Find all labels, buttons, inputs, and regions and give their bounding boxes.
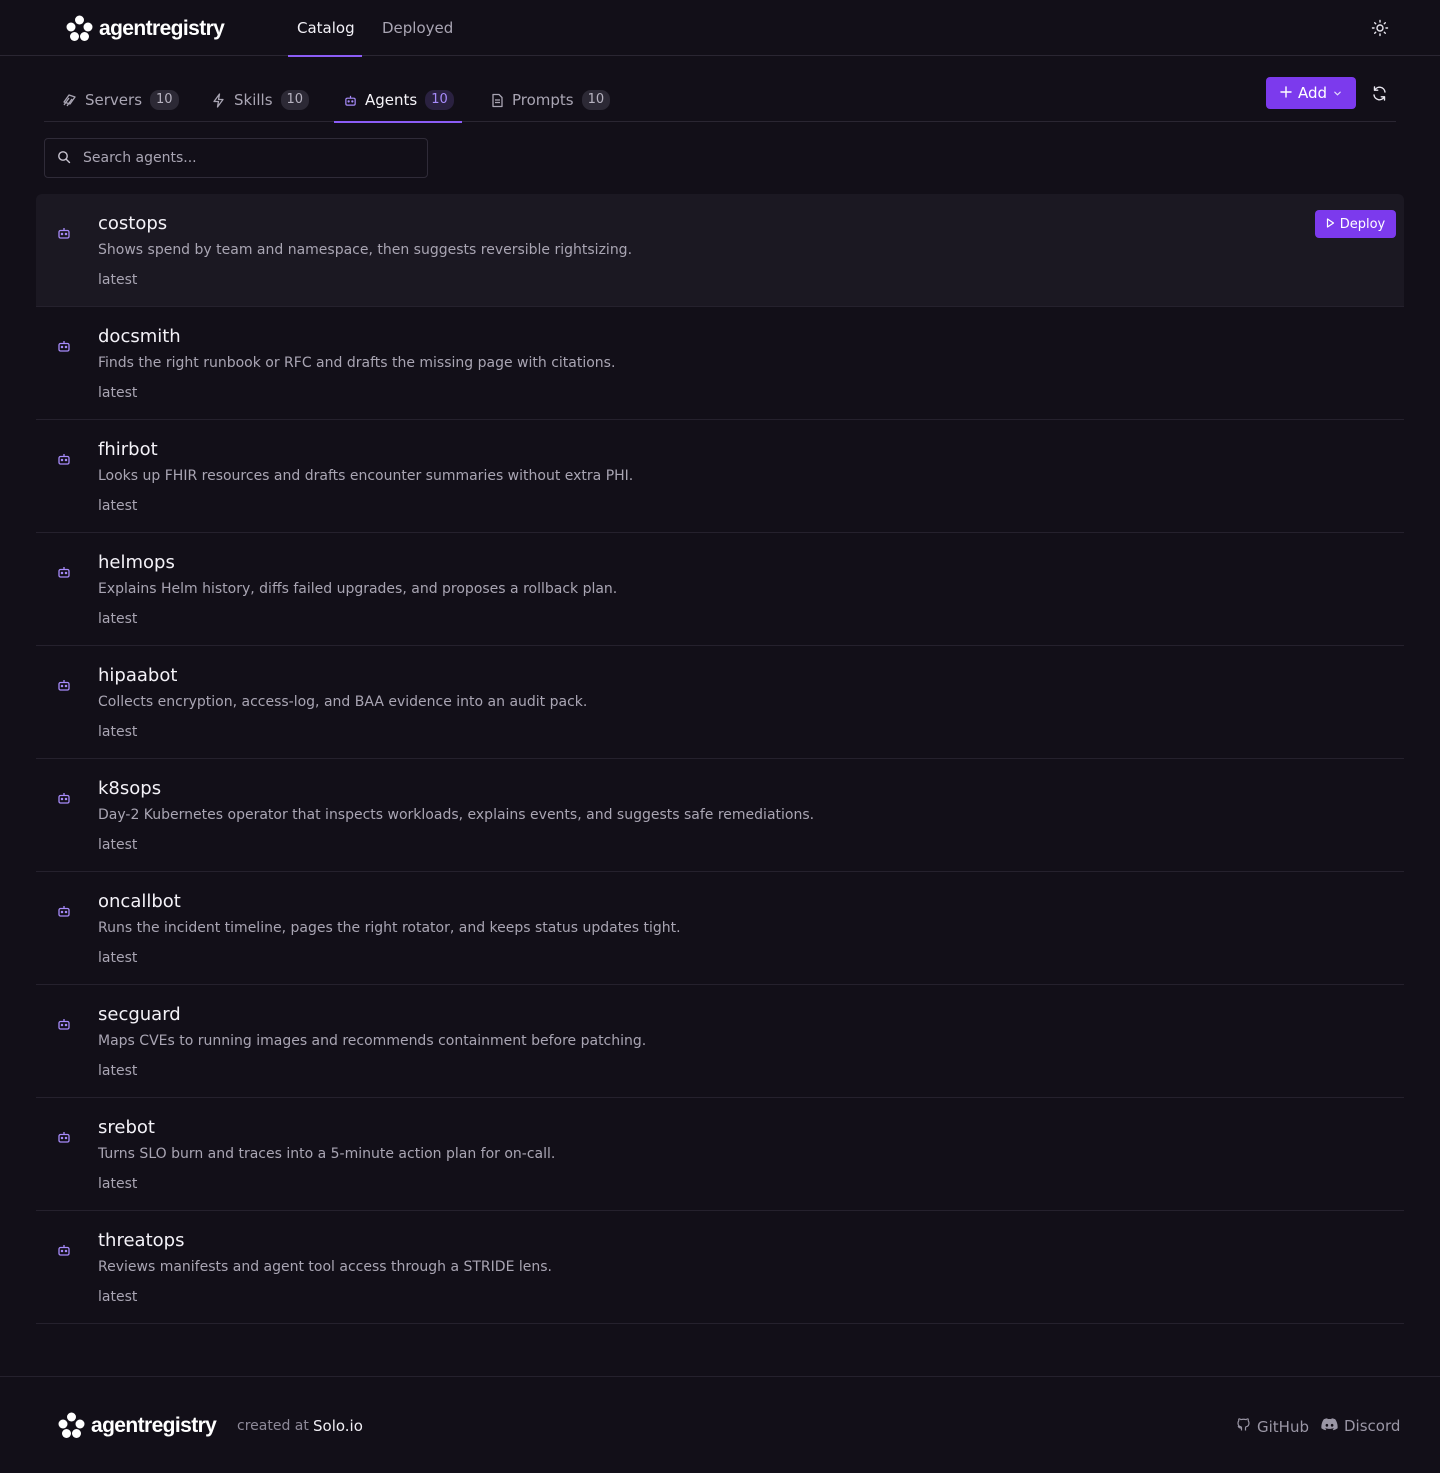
agent-description: Turns SLO burn and traces into a 5-minut… — [98, 1146, 556, 1162]
agent-name[interactable]: fhirbot — [98, 439, 158, 460]
agent-description: Looks up FHIR resources and drafts encou… — [98, 468, 634, 484]
tab-servers-count: 10 — [150, 90, 179, 110]
deploy-button[interactable]: Deploy — [1315, 210, 1396, 238]
agent-row[interactable]: hipaabot Collects encryption, access-log,… — [36, 646, 1404, 759]
footer-created-at: created at — [237, 1418, 309, 1434]
search-input[interactable] — [81, 149, 405, 167]
github-icon — [1236, 1417, 1251, 1436]
agent-version: latest — [98, 498, 138, 514]
deploy-button-label: Deploy — [1339, 216, 1386, 232]
tab-prompts-count: 10 — [581, 90, 611, 110]
agent-version: latest — [98, 272, 138, 288]
agent-description: Shows spend by team and namespace, then … — [98, 242, 633, 258]
agent-description: Collects encryption, access-log, and BAA… — [98, 694, 588, 710]
bot-icon — [57, 1016, 71, 1030]
tab-servers[interactable]: Servers 10 — [62, 78, 179, 122]
nav-catalog[interactable]: Catalog — [297, 19, 355, 37]
document-icon — [490, 93, 504, 108]
bot-icon — [57, 1242, 71, 1256]
agent-description: Finds the right runbook or RFC and draft… — [98, 355, 616, 371]
plus-icon — [1280, 84, 1292, 102]
bot-icon — [57, 564, 71, 578]
agent-row[interactable]: docsmith Finds the right runbook or RFC a… — [36, 307, 1404, 420]
search-box — [44, 138, 428, 178]
add-button-label: Add — [1297, 84, 1328, 102]
discord-icon — [1321, 1417, 1338, 1435]
agent-row[interactable]: helmops Explains Helm history, diffs fail… — [36, 533, 1404, 646]
agent-row[interactable]: fhirbot Looks up FHIR resources and draft… — [36, 420, 1404, 533]
search-icon — [57, 149, 71, 168]
bot-icon — [57, 1129, 71, 1143]
agent-version: latest — [98, 724, 138, 740]
agent-name[interactable]: costops — [98, 213, 167, 234]
tab-skills-count: 10 — [280, 90, 310, 110]
chevron-down-icon — [1333, 84, 1342, 102]
bot-icon — [57, 903, 71, 917]
add-button[interactable]: Add — [1266, 77, 1356, 109]
tab-skills-label: Skills — [234, 91, 273, 109]
agent-row[interactable]: oncallbot Runs the incident timeline, pag… — [36, 872, 1404, 985]
tab-agents-label: Agents — [365, 91, 418, 109]
agent-name[interactable]: docsmith — [98, 326, 181, 347]
agent-row[interactable]: k8sops Day-2 Kubernetes operator that ins… — [36, 759, 1404, 872]
agentregistry-logo-icon — [66, 15, 93, 42]
footer-company-link[interactable]: Solo.io — [313, 1417, 363, 1435]
brand-name: agentregistry — [99, 16, 225, 40]
tab-prompts-label: Prompts — [512, 91, 574, 109]
agent-name[interactable]: srebot — [98, 1117, 155, 1138]
tab-skills[interactable]: Skills 10 — [211, 78, 310, 122]
brand-logo[interactable]: agentregistry — [66, 15, 225, 42]
bot-icon — [57, 451, 71, 465]
refresh-icon[interactable] — [1371, 85, 1388, 102]
agent-description: Day-2 Kubernetes operator that inspects … — [98, 807, 815, 823]
agent-version: latest — [98, 1063, 138, 1079]
bot-icon — [57, 677, 71, 691]
tab-prompts[interactable]: Prompts 10 — [490, 78, 611, 122]
top-navbar: agentregistry Catalog Deployed — [0, 0, 1440, 57]
nav-active-indicator — [288, 55, 362, 57]
bot-icon — [57, 338, 71, 352]
bot-icon — [57, 225, 71, 239]
agent-list: costops Shows spend by team and namespace… — [36, 194, 1404, 1324]
agent-description: Maps CVEs to running images and recommen… — [98, 1033, 647, 1049]
footer: agentregistry created at Solo.io GitHub … — [0, 1376, 1440, 1473]
agent-version: latest — [98, 950, 138, 966]
discord-label: Discord — [1344, 1417, 1401, 1435]
lightning-icon — [211, 92, 226, 108]
footer-brand-logo[interactable]: agentregistry — [58, 1412, 217, 1439]
tab-servers-label: Servers — [85, 91, 143, 109]
agent-row[interactable]: threatops Reviews manifests and agent too… — [36, 1211, 1404, 1324]
agent-version: latest — [98, 1289, 138, 1305]
server-icon — [62, 93, 77, 108]
agent-version: latest — [98, 837, 138, 853]
agent-name[interactable]: helmops — [98, 552, 175, 573]
agent-name[interactable]: oncallbot — [98, 891, 181, 912]
bot-icon — [344, 94, 357, 107]
tab-agents-count: 10 — [425, 90, 454, 110]
theme-toggle-sun-icon[interactable] — [1371, 19, 1389, 37]
agent-row[interactable]: srebot Turns SLO burn and traces into a 5… — [36, 1098, 1404, 1211]
agent-name[interactable]: threatops — [98, 1230, 184, 1251]
agentregistry-logo-icon — [58, 1412, 85, 1439]
agent-name[interactable]: secguard — [98, 1004, 181, 1025]
footer-github-link[interactable]: GitHub — [1236, 1417, 1309, 1436]
agent-description: Explains Helm history, diffs failed upgr… — [98, 581, 618, 597]
agent-row[interactable]: costops Shows spend by team and namespace… — [36, 194, 1404, 307]
agent-description: Reviews manifests and agent tool access … — [98, 1259, 552, 1275]
footer-brand-name: agentregistry — [91, 1413, 217, 1437]
play-icon — [1326, 217, 1335, 232]
nav-deployed[interactable]: Deployed — [382, 19, 453, 37]
agent-name[interactable]: hipaabot — [98, 665, 177, 686]
resource-tabs: Servers 10 Skills 10 Agents 10 Prompts 1… — [44, 78, 1396, 123]
github-label: GitHub — [1257, 1417, 1309, 1436]
agent-name[interactable]: k8sops — [98, 778, 161, 799]
agent-row[interactable]: secguard Maps CVEs to running images and … — [36, 985, 1404, 1098]
footer-discord-link[interactable]: Discord — [1321, 1417, 1400, 1435]
agent-version: latest — [98, 611, 138, 627]
tab-agents[interactable]: Agents 10 — [334, 78, 462, 123]
bot-icon — [57, 790, 71, 804]
agent-version: latest — [98, 385, 138, 401]
agent-version: latest — [98, 1176, 138, 1192]
agent-description: Runs the incident timeline, pages the ri… — [98, 920, 681, 936]
